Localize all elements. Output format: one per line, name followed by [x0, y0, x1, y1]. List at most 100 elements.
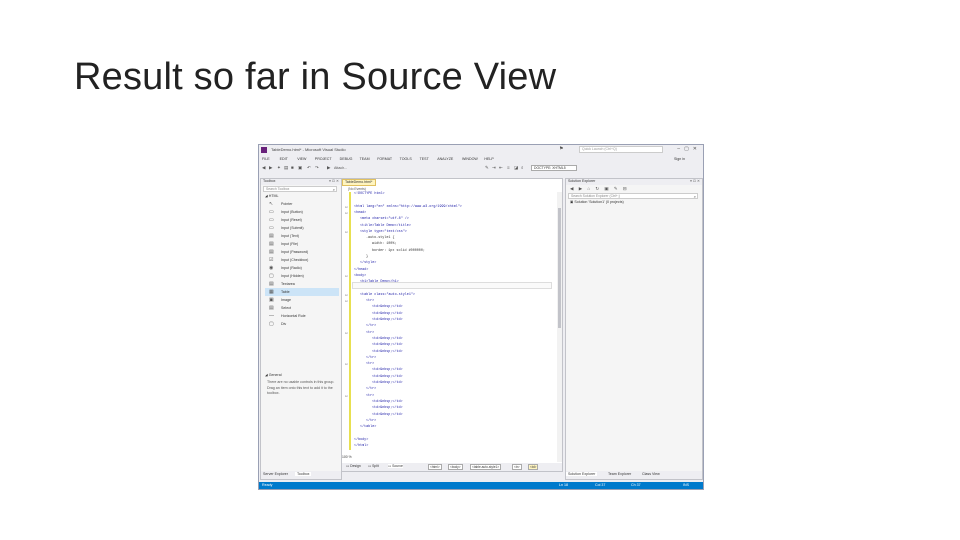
menu-item-test[interactable]: TEST: [420, 157, 429, 161]
sign-in-link[interactable]: Sign in: [674, 157, 685, 161]
comment-icon[interactable]: ≡: [507, 165, 510, 170]
save-all-icon[interactable]: ▣: [298, 165, 302, 171]
events-dropdown[interactable]: (No Events): [348, 187, 366, 191]
pin-icon[interactable]: ▾ ⊡ ✕: [329, 179, 339, 183]
menu-item-edit[interactable]: EDIT: [280, 157, 288, 161]
solution-tree-item[interactable]: ▣ Solution 'Solution1' (0 projects): [570, 200, 624, 204]
tab-solution-explorer[interactable]: Solution Explorer: [566, 472, 598, 476]
design-view-tab[interactable]: ▭ Design: [346, 464, 361, 468]
collapse-toggle-icon[interactable]: ⊟: [345, 205, 348, 209]
menu-item-view[interactable]: VIEW: [297, 157, 306, 161]
menu-item-tools[interactable]: TOOLS: [400, 157, 412, 161]
menu-item-help[interactable]: HELP: [484, 157, 493, 161]
code-line: <tr>: [366, 362, 375, 367]
menu-bar: FILE EDIT VIEW PROJECT DEBUG TEAM FORMAT TOOLS T…: [259, 156, 703, 163]
collapse-toggle-icon[interactable]: ⊟: [345, 211, 348, 215]
collapse-toggle-icon[interactable]: ⊟: [345, 362, 348, 366]
toolbox-item-textarea[interactable]: ▤ Textarea: [265, 280, 339, 288]
split-label: Split: [372, 464, 379, 468]
document-tab[interactable]: TableDemo.html*: [342, 179, 376, 186]
toolbox-item-icon: ▢: [269, 273, 274, 279]
collapse-toggle-icon[interactable]: ⊟: [345, 230, 348, 234]
toolbox-item-pointer[interactable]: ↖ Pointer: [265, 200, 339, 208]
toolbox-group-general[interactable]: ◢ General: [265, 373, 282, 377]
toolbox-item-input-text[interactable]: ▤ Input (Text): [265, 232, 339, 240]
toolbox-item-label: Input (Reset): [281, 218, 302, 222]
toolbox-item-select[interactable]: ▤ Select: [265, 304, 339, 312]
status-col: Col 37: [595, 483, 606, 487]
toolbox-item-label: Select: [281, 306, 291, 310]
source-view-tab[interactable]: ▭ Source: [388, 464, 403, 468]
tab-class-view[interactable]: Class View: [640, 472, 662, 476]
toolbox-item-horizontal-rule[interactable]: — Horizontal Rule: [265, 312, 339, 320]
menu-item-analyze[interactable]: ANALYZE: [437, 157, 453, 161]
find-icon[interactable]: ⌕: [521, 165, 524, 170]
start-icon[interactable]: ▶: [327, 165, 330, 171]
save-icon[interactable]: ■: [291, 165, 294, 170]
menu-item-window[interactable]: WINDOW: [462, 157, 478, 161]
vertical-scrollbar[interactable]: [557, 192, 562, 462]
undo-icon[interactable]: ↶: [307, 165, 311, 171]
toolbox-item-table[interactable]: ▦ Table: [265, 288, 339, 296]
tag-crumb-table[interactable]: <table.auto-style1>: [470, 464, 502, 470]
toolbox-item-input-hidden[interactable]: ▢ Input (Hidden): [265, 272, 339, 280]
doctype-select[interactable]: DOCTYPE: XHTML5: [531, 165, 577, 171]
menu-item-format[interactable]: FORMAT: [377, 157, 392, 161]
collapse-toggle-icon[interactable]: ⊟: [345, 274, 348, 278]
toolbox-group-html[interactable]: ◢ HTML: [265, 194, 279, 198]
menu-item-project[interactable]: PROJECT: [315, 157, 332, 161]
toolbox-search-input[interactable]: Search Toolbox ⌕: [263, 186, 337, 192]
collapse-toggle-icon[interactable]: ⊟: [345, 293, 348, 297]
collapse-toggle-icon[interactable]: ⊟: [345, 331, 348, 335]
indent-icon[interactable]: ⇥: [492, 165, 496, 171]
forward-icon[interactable]: ▶: [269, 165, 272, 171]
new-project-icon[interactable]: ✦: [277, 165, 281, 171]
toolbox-item-input-submit[interactable]: ▭ Input (Submit): [265, 224, 339, 232]
split-view-tab[interactable]: ▭ Split: [368, 464, 379, 468]
toolbox-item-image[interactable]: ▣ Image: [265, 296, 339, 304]
tag-crumb-body[interactable]: <body>: [448, 464, 463, 470]
toolbox-item-input-password[interactable]: ▤ Input (Password): [265, 248, 339, 256]
tag-crumb-td[interactable]: <td>: [528, 464, 539, 470]
visual-studio-window: TableDemo.html* - Microsoft Visual Studi…: [258, 144, 704, 490]
toolbox-item-input-button[interactable]: ▭ Input (Button): [265, 208, 339, 216]
code-line: width: 100%;: [372, 242, 397, 247]
redo-icon[interactable]: ↷: [315, 165, 319, 171]
solution-toolbar[interactable]: ◀ ▶ ⌂ ↻ ▣ ✎ ⊟: [570, 186, 629, 192]
solution-search-input[interactable]: Search Solution Explorer (Ctrl+;) ⌕: [568, 193, 698, 199]
toolbox-item-input-file[interactable]: ▤ Input (File): [265, 240, 339, 248]
pin-icon[interactable]: ▾ ⊡ ✕: [690, 179, 700, 183]
menu-item-team[interactable]: TEAM: [360, 157, 370, 161]
search-icon[interactable]: ⌕: [694, 194, 696, 199]
tab-server-explorer[interactable]: Server Explorer: [261, 472, 290, 476]
tag-crumb-html[interactable]: <html>: [428, 464, 442, 470]
open-icon[interactable]: ▤: [284, 165, 288, 171]
quick-launch-input[interactable]: Quick Launch (Ctrl+Q): [579, 146, 663, 153]
bookmark-icon[interactable]: ◪: [514, 165, 518, 171]
collapse-toggle-icon[interactable]: ⊟: [345, 299, 348, 303]
format-icon[interactable]: ✎: [485, 165, 489, 171]
toolbox-item-label: Input (Password): [281, 250, 309, 254]
notification-flag-icon[interactable]: ⚑: [559, 146, 563, 152]
code-line: <title>Table Demo</title>: [360, 223, 411, 228]
search-icon[interactable]: ⌕: [333, 187, 335, 192]
window-controls[interactable]: –▢✕: [677, 146, 701, 152]
menu-item-debug[interactable]: DEBUG: [340, 157, 353, 161]
tab-team-explorer[interactable]: Team Explorer: [606, 472, 633, 476]
collapse-toggle-icon[interactable]: ⊟: [345, 394, 348, 398]
scroll-thumb[interactable]: [558, 208, 561, 328]
attach-button[interactable]: Attach...: [334, 166, 347, 170]
toolbox-item-input-checkbox[interactable]: ☑ Input (Checkbox): [265, 256, 339, 264]
toolbox-item-label: Horizontal Rule: [281, 314, 306, 318]
code-area[interactable]: <!DOCTYPE html> ⊟ <html lang="en" xmlns="h…: [342, 192, 556, 462]
toolbox-item-icon: ▤: [269, 233, 274, 239]
back-icon[interactable]: ◀: [262, 165, 265, 171]
tag-crumb-tr[interactable]: <tr>: [512, 464, 522, 470]
toolbox-item-div[interactable]: ▢ Div: [265, 320, 339, 328]
menu-item-file[interactable]: FILE: [262, 157, 270, 161]
zoom-level[interactable]: 100 %: [342, 455, 352, 459]
toolbox-item-input-reset[interactable]: ▭ Input (Reset): [265, 216, 339, 224]
tab-toolbox[interactable]: Toolbox: [295, 472, 312, 476]
toolbox-item-input-radio[interactable]: ◉ Input (Radio): [265, 264, 339, 272]
outdent-icon[interactable]: ⇤: [499, 165, 503, 171]
